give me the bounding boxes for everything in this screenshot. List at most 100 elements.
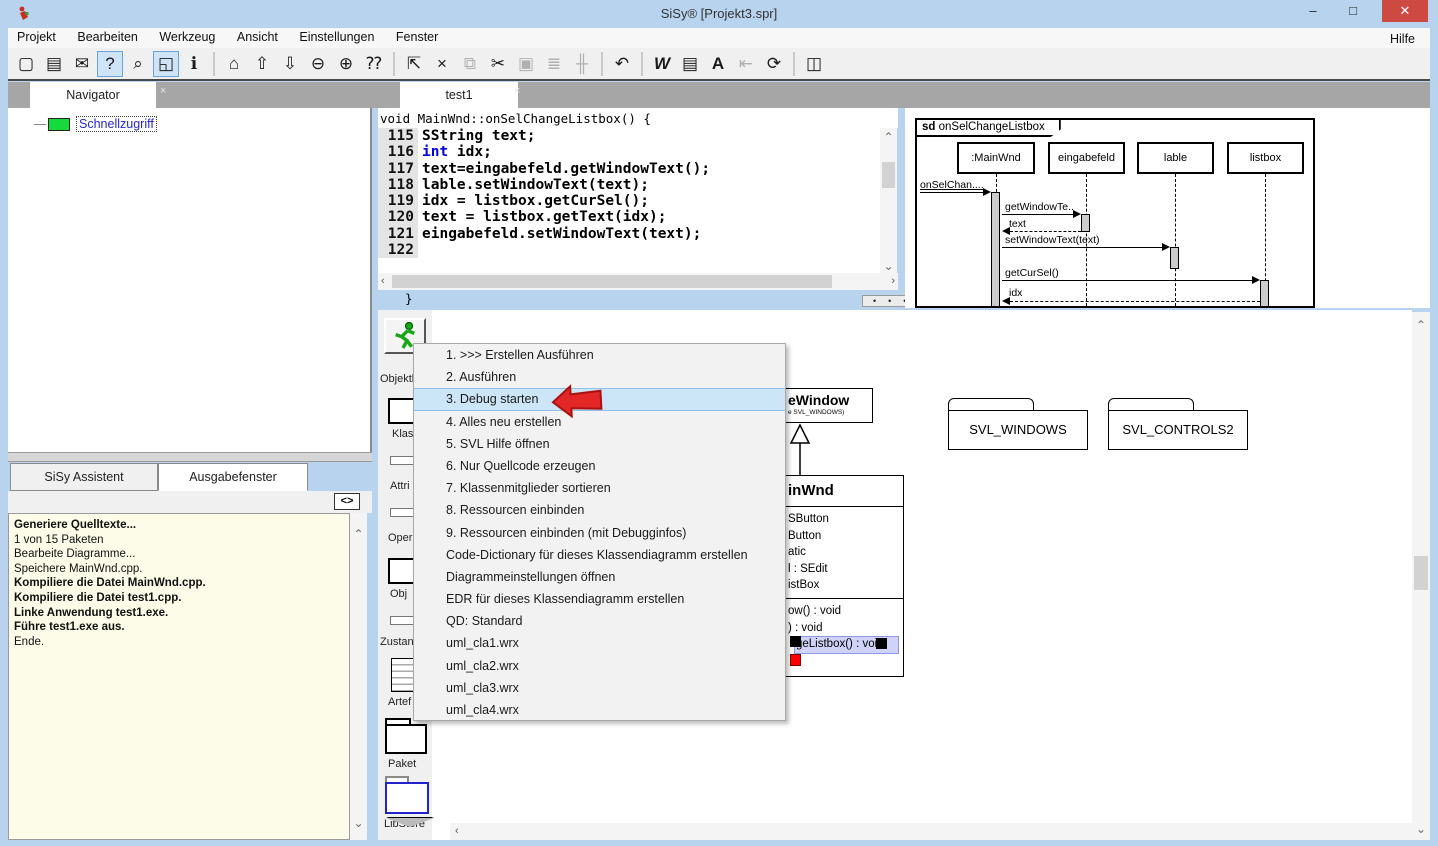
lifeline-head-listbox[interactable]: listbox (1227, 142, 1304, 174)
open-folder-icon[interactable]: ▤ (41, 51, 67, 77)
package-tool-icon[interactable] (385, 724, 427, 754)
menu-item-uml-cla2[interactable]: uml_cla2.wrx (414, 655, 785, 677)
new-document-icon[interactable]: ▢ (13, 51, 39, 77)
paste-import-icon[interactable]: ⇱ (401, 51, 427, 77)
palette-label-paket[interactable]: Paket (388, 758, 416, 770)
maximize-button[interactable]: □ (1338, 0, 1368, 22)
output-scrollbar[interactable]: ⌃ ⌄ (350, 513, 367, 840)
minimize-button[interactable]: – (1298, 0, 1328, 22)
tab-ausgabefenster[interactable]: Ausgabefenster (158, 463, 308, 491)
arrowhead-icon (1073, 210, 1081, 218)
scroll-left-icon[interactable]: ‹ (455, 825, 459, 837)
scroll-down-icon[interactable]: ⌄ (350, 816, 367, 830)
scrollbar-thumb[interactable] (1414, 556, 1428, 590)
mail-icon[interactable]: ✉ (69, 51, 95, 77)
tab-sisy-assistent[interactable]: SiSy Assistent (10, 463, 158, 491)
home-icon[interactable]: ⌂ (221, 51, 247, 77)
scroll-right-icon[interactable]: › (891, 275, 895, 287)
copy-icon[interactable]: ⧉ (457, 51, 483, 77)
undo-icon[interactable]: ↶ (609, 51, 635, 77)
lifeline-head-lable[interactable]: lable (1137, 142, 1214, 174)
outline-icon[interactable]: ⇤ (733, 51, 759, 77)
scrollbar-thumb[interactable] (882, 162, 895, 188)
delete-icon[interactable]: × (429, 51, 455, 77)
menu-item-ressourcen-debug[interactable]: 9. Ressourcen einbinden (mit Debugginfos… (414, 522, 785, 544)
navigate-up-icon[interactable]: ⇧ (249, 51, 275, 77)
tab-navigator[interactable]: Navigator (30, 82, 156, 108)
menu-item-uml-cla3[interactable]: uml_cla3.wrx (414, 677, 785, 699)
scroll-up-icon[interactable]: ⌃ (350, 527, 367, 541)
menu-item-svl-hilfe[interactable]: 5. SVL Hilfe öffnen (414, 433, 785, 455)
list-icon[interactable]: ≣ (541, 51, 567, 77)
palette-label-klasse[interactable]: Klas (392, 428, 413, 440)
tree-item-schnellzugriff[interactable]: Schnellzugriff (34, 116, 157, 132)
menu-bearbeiten[interactable]: Bearbeiten (68, 28, 146, 46)
scroll-left-icon[interactable]: ‹ (381, 275, 385, 287)
help-icon[interactable]: ? (97, 51, 123, 77)
scroll-down-icon[interactable]: ⌄ (880, 259, 897, 273)
class-box-framewindow[interactable]: eWindow e SVL_WINDOWS) (786, 388, 873, 423)
palette-label-objekt[interactable]: Obj (390, 588, 407, 600)
diagram-vscrollbar[interactable]: ⌃ ⌄ (1412, 312, 1430, 840)
package-svl-windows[interactable]: SVL_WINDOWS (948, 410, 1088, 450)
lifeline-head-eingabefeld[interactable]: eingabefeld (1048, 142, 1125, 174)
editor-hscrollbar[interactable]: ‹ › (378, 273, 898, 290)
menu-item-edr[interactable]: EDR für dieses Klassendiagramm erstellen (414, 588, 785, 610)
return-line (1010, 231, 1081, 232)
palette-label-attribut[interactable]: Attri (390, 480, 410, 492)
package-svl-controls2[interactable]: SVL_CONTROLS2 (1108, 410, 1248, 450)
menu-projekt[interactable]: Projekt (8, 28, 65, 46)
menu-fenster[interactable]: Fenster (387, 28, 447, 46)
scroll-up-icon[interactable]: ⌃ (880, 130, 897, 144)
code-editor[interactable]: 115SString text; 116int idx; 117text=ein… (378, 128, 880, 273)
book-icon[interactable]: ◫ (801, 51, 827, 77)
window-edit-icon[interactable]: ◱ (153, 51, 179, 77)
tab-test1[interactable]: test1 (400, 82, 518, 108)
selected-operation[interactable]: geListbox() : voi (788, 636, 901, 653)
menu-item-klassenmitglieder[interactable]: 7. Klassenmitglieder sortieren (414, 477, 785, 499)
menu-einstellungen[interactable]: Einstellungen (290, 28, 383, 46)
menu-werkzeug[interactable]: Werkzeug (150, 28, 224, 46)
lifeline-head-mainwnd[interactable]: :MainWnd (957, 142, 1035, 174)
menu-item-nur-quellcode[interactable]: 6. Nur Quellcode erzeugen (414, 455, 785, 477)
menu-ansicht[interactable]: Ansicht (228, 28, 287, 46)
editor-vscrollbar[interactable]: ⌃ ⌄ (880, 128, 897, 273)
word-export-icon[interactable]: W (649, 51, 675, 77)
menu-item-erstellen-ausfuehren[interactable]: 1. >>> Erstellen Ausführen (414, 344, 785, 366)
font-icon[interactable]: A (705, 51, 731, 77)
pane-splitter[interactable] (8, 452, 372, 462)
menu-hilfe[interactable]: Hilfe (1381, 30, 1424, 48)
palette-label-artefakt[interactable]: Artef (388, 696, 411, 708)
menu-item-code-dictionary[interactable]: Code-Dictionary für dieses Klassendiagra… (414, 544, 785, 566)
menu-item-uml-cla4[interactable]: uml_cla4.wrx (414, 699, 785, 721)
zoom-out-icon[interactable]: ⊖ (305, 51, 331, 77)
diagram-hscrollbar[interactable]: ‹ (450, 823, 1412, 840)
menu-item-ressourcen[interactable]: 8. Ressourcen einbinden (414, 499, 785, 521)
menu-item-qd-standard[interactable]: QD: Standard (414, 610, 785, 632)
scroll-down-icon[interactable]: ⌄ (1412, 822, 1430, 836)
menu-item-uml-cla1[interactable]: uml_cla1.wrx (414, 632, 785, 654)
sequence-diagram-frame[interactable]: sd onSelChangeListbox :MainWnd eingabefe… (915, 118, 1315, 308)
doc-help-icon[interactable]: ⁇ (361, 51, 387, 77)
scroll-up-icon[interactable]: ⌃ (1412, 318, 1430, 332)
refresh-doc-icon[interactable]: ⟳ (761, 51, 787, 77)
close-button[interactable]: ✕ (1382, 0, 1428, 22)
class-box-mainwnd[interactable]: inWnd SButton Button atic l : SEdit istB… (786, 475, 904, 677)
columns-icon[interactable]: ╫ (569, 51, 595, 77)
navigate-down-icon[interactable]: ⇩ (277, 51, 303, 77)
paste-icon[interactable]: ▣ (513, 51, 539, 77)
expander-button[interactable]: <> (334, 493, 360, 510)
test1-close-icon[interactable]: × (514, 85, 520, 97)
person-info-icon[interactable]: ℹ (181, 51, 207, 77)
search-icon[interactable]: ⌕ (125, 51, 151, 77)
libstore-tool-icon[interactable] (385, 782, 429, 814)
toolbar: ▢ ▤ ✉ ? ⌕ ◱ ℹ ⌂ ⇧ ⇩ ⊖ ⊕ ⁇ ⇱ × ⧉ ✂ ▣ ≣ ╫ … (8, 48, 1430, 81)
navigator-close-icon[interactable]: × (160, 85, 166, 97)
scrollbar-thumb[interactable] (392, 275, 832, 288)
print-icon[interactable]: ▤ (677, 51, 703, 77)
zoom-in-icon[interactable]: ⊕ (333, 51, 359, 77)
selection-handle-red[interactable] (790, 654, 801, 666)
cut-icon[interactable]: ✂ (485, 51, 511, 77)
palette-overflow-icon[interactable] (386, 818, 434, 827)
menu-item-diagrammeinstellungen[interactable]: Diagrammeinstellungen öffnen (414, 566, 785, 588)
